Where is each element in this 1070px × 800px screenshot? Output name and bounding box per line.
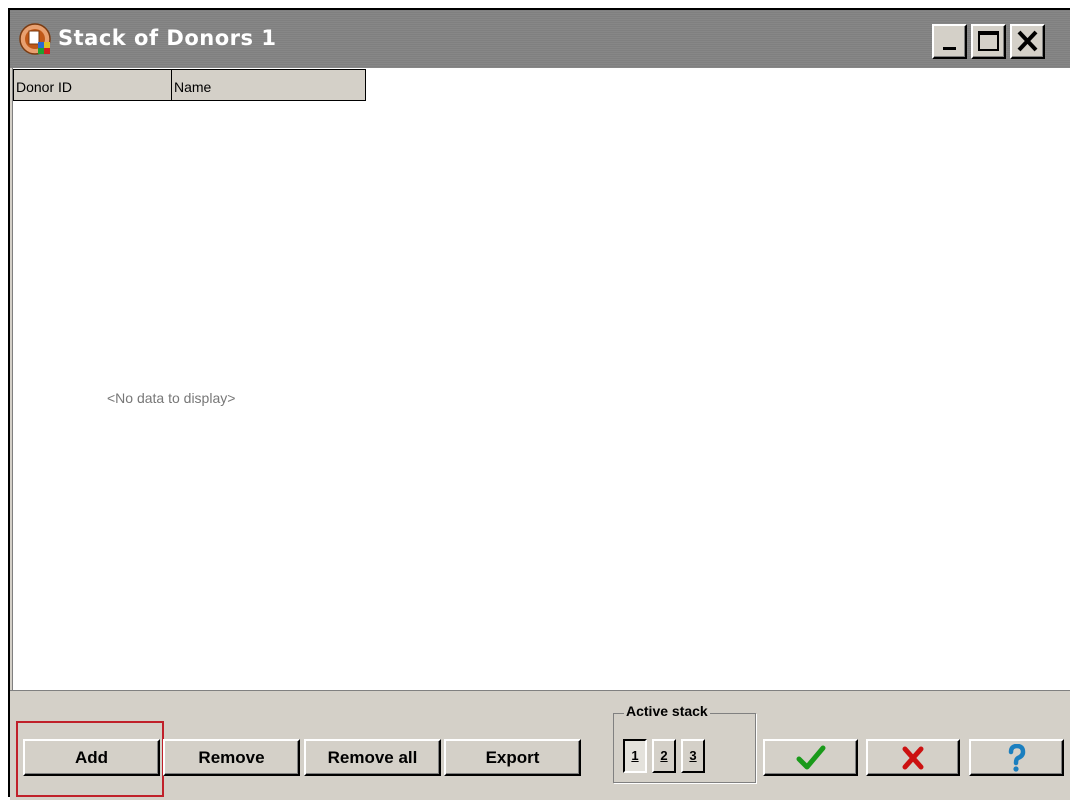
checkmark-icon [796, 745, 825, 769]
minimize-icon [943, 47, 956, 50]
maximize-icon [978, 31, 999, 51]
column-header-donor-id[interactable]: Donor ID [13, 69, 172, 101]
stack-3-button[interactable]: 3 [681, 739, 705, 773]
column-header-name[interactable]: Name [172, 69, 366, 101]
empty-grid-message: <No data to display> [107, 390, 236, 406]
export-button[interactable]: Export [444, 739, 581, 776]
bottom-toolbar: Add Remove Remove all Export Active stac… [10, 690, 1070, 800]
minimize-button[interactable] [932, 24, 967, 59]
stack-of-donors-window: Stack of Donors 1 Donor ID Name <No data… [8, 8, 1070, 800]
help-button[interactable] [969, 739, 1064, 776]
question-mark-icon [1008, 743, 1025, 772]
active-stack-group: Active stack 1 2 3 [613, 703, 756, 783]
maximize-button[interactable] [971, 24, 1006, 59]
close-icon [1017, 30, 1038, 52]
donor-app-icon [19, 23, 51, 55]
active-stack-label: Active stack [624, 703, 710, 719]
close-button[interactable] [1010, 24, 1045, 59]
remove-all-button[interactable]: Remove all [304, 739, 441, 776]
remove-button[interactable]: Remove [163, 739, 300, 776]
add-button[interactable]: Add [23, 739, 160, 776]
stack-2-button[interactable]: 2 [652, 739, 676, 773]
title-bar[interactable]: Stack of Donors 1 [10, 10, 1070, 68]
stack-1-button[interactable]: 1 [623, 739, 647, 773]
red-x-icon [902, 746, 924, 769]
cancel-button[interactable] [866, 739, 960, 776]
window-title: Stack of Donors 1 [58, 26, 277, 50]
donor-grid[interactable]: Donor ID Name <No data to display> [12, 68, 1070, 690]
ok-button[interactable] [763, 739, 858, 776]
